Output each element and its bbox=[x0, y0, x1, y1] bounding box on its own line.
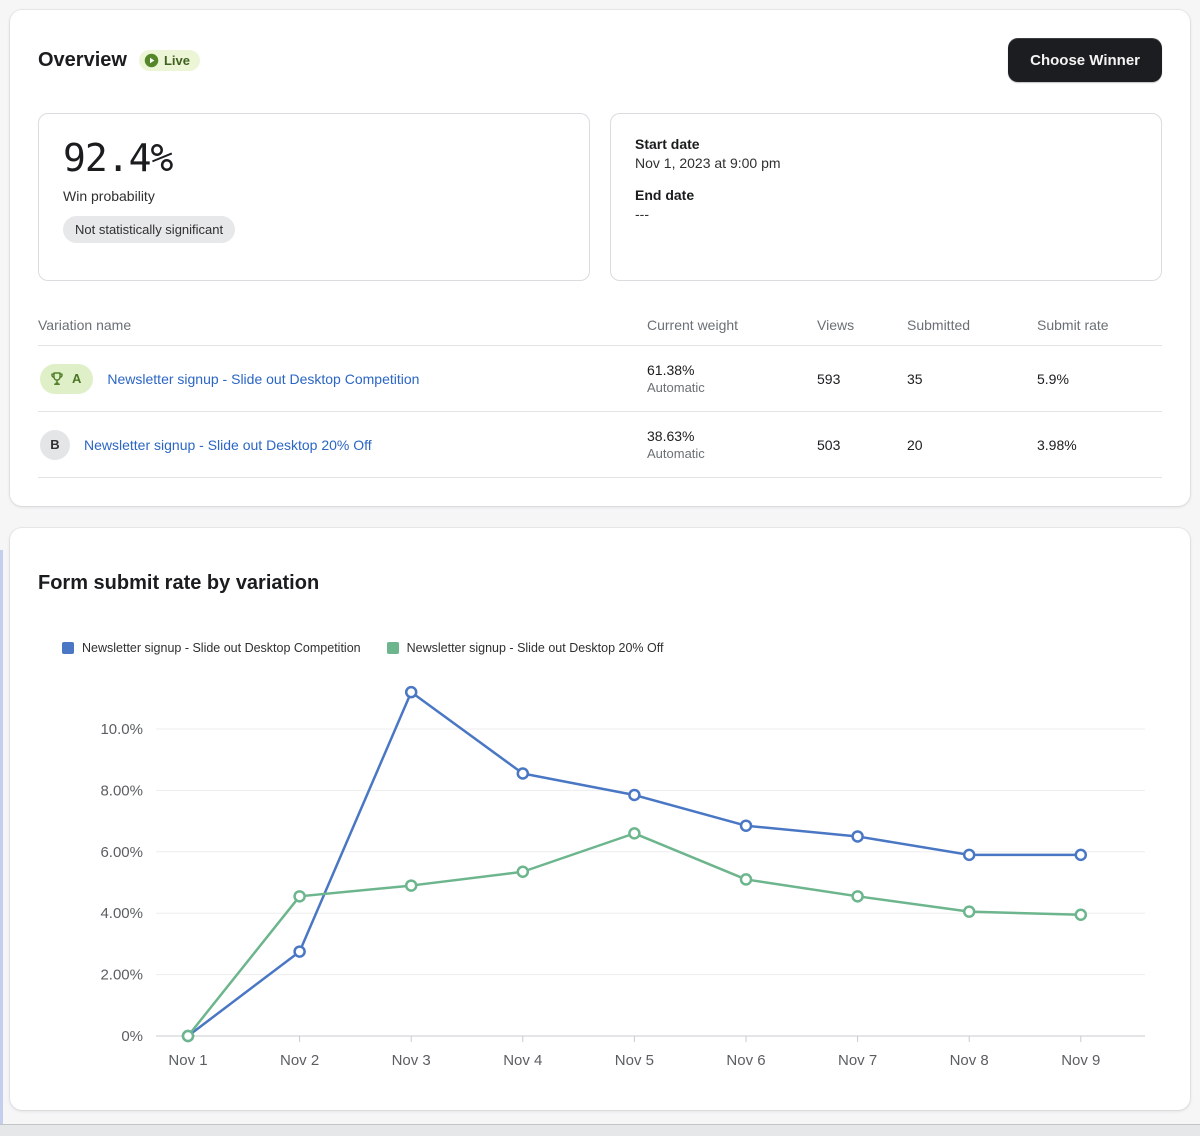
end-date-value: --- bbox=[635, 206, 1137, 222]
variation-a-link[interactable]: Newsletter signup - Slide out Desktop Co… bbox=[107, 371, 419, 387]
svg-text:6.00%: 6.00% bbox=[100, 844, 143, 861]
trophy-icon bbox=[48, 370, 66, 388]
legend-swatch-blue bbox=[62, 642, 74, 654]
live-badge-label: Live bbox=[164, 53, 190, 68]
table-row: A Newsletter signup - Slide out Desktop … bbox=[38, 346, 1162, 412]
start-date-value: Nov 1, 2023 at 9:00 pm bbox=[635, 155, 1137, 171]
svg-text:Nov 7: Nov 7 bbox=[838, 1052, 877, 1069]
svg-text:Nov 6: Nov 6 bbox=[726, 1052, 765, 1069]
submitted-value: 35 bbox=[907, 371, 1037, 387]
col-header-views: Views bbox=[817, 317, 907, 333]
svg-text:10.0%: 10.0% bbox=[100, 721, 143, 738]
current-weight-value: 38.63% bbox=[647, 428, 817, 444]
submit-rate-value: 3.98% bbox=[1037, 437, 1162, 453]
svg-text:Nov 5: Nov 5 bbox=[615, 1052, 654, 1069]
end-date-label: End date bbox=[635, 187, 1137, 203]
variant-b-badge: B bbox=[40, 430, 70, 460]
table-row: B Newsletter signup - Slide out Desktop … bbox=[38, 412, 1162, 478]
variation-b-link[interactable]: Newsletter signup - Slide out Desktop 20… bbox=[84, 437, 372, 453]
variations-table: Variation name Current weight Views Subm… bbox=[38, 317, 1162, 478]
legend-label: Newsletter signup - Slide out Desktop 20… bbox=[407, 641, 664, 655]
svg-text:Nov 8: Nov 8 bbox=[950, 1052, 989, 1069]
variant-a-winner-badge: A bbox=[40, 364, 93, 394]
svg-text:4.00%: 4.00% bbox=[100, 905, 143, 922]
chart-card: Form submit rate by variation Newsletter… bbox=[10, 528, 1190, 1110]
overview-title: Overview bbox=[38, 49, 127, 72]
col-header-submitted: Submitted bbox=[907, 317, 1037, 333]
choose-winner-button[interactable]: Choose Winner bbox=[1008, 38, 1162, 82]
svg-text:2.00%: 2.00% bbox=[100, 967, 143, 984]
weight-mode: Automatic bbox=[647, 446, 817, 461]
win-probability-box: 92.4% Win probability Not statistically … bbox=[38, 113, 590, 281]
legend-swatch-green bbox=[387, 642, 399, 654]
current-weight-value: 61.38% bbox=[647, 362, 817, 378]
svg-text:0%: 0% bbox=[121, 1028, 143, 1045]
svg-text:Nov 9: Nov 9 bbox=[1061, 1052, 1100, 1069]
views-value: 503 bbox=[817, 437, 907, 453]
views-value: 593 bbox=[817, 371, 907, 387]
svg-text:Nov 2: Nov 2 bbox=[280, 1052, 319, 1069]
svg-text:Nov 1: Nov 1 bbox=[168, 1052, 207, 1069]
table-header-row: Variation name Current weight Views Subm… bbox=[38, 317, 1162, 346]
significance-badge: Not statistically significant bbox=[63, 216, 235, 243]
live-status-badge: Live bbox=[139, 50, 200, 71]
col-header-current-weight: Current weight bbox=[647, 317, 817, 333]
submitted-value: 20 bbox=[907, 437, 1037, 453]
col-header-variation-name: Variation name bbox=[38, 317, 647, 333]
svg-text:8.00%: 8.00% bbox=[100, 782, 143, 799]
dates-box: Start date Nov 1, 2023 at 9:00 pm End da… bbox=[610, 113, 1162, 281]
chart-legend: Newsletter signup - Slide out Desktop Co… bbox=[62, 641, 1162, 655]
win-probability-value: 92.4% bbox=[63, 136, 565, 180]
chart-title: Form submit rate by variation bbox=[38, 572, 1162, 595]
win-probability-label: Win probability bbox=[63, 188, 565, 204]
overview-header: Overview Live Choose Winner bbox=[38, 38, 1162, 82]
submit-rate-line-chart: 0% 2.00% 4.00% 6.00% 8.00% 10.0% Nov 1 Nov 2 Nov… bbox=[38, 663, 1162, 1075]
variant-letter: A bbox=[72, 371, 81, 386]
col-header-submit-rate: Submit rate bbox=[1037, 317, 1162, 333]
legend-item-variation-a: Newsletter signup - Slide out Desktop Co… bbox=[62, 641, 361, 655]
legend-item-variation-b: Newsletter signup - Slide out Desktop 20… bbox=[387, 641, 664, 655]
start-date-label: Start date bbox=[635, 136, 1137, 152]
svg-text:Nov 4: Nov 4 bbox=[503, 1052, 542, 1069]
legend-label: Newsletter signup - Slide out Desktop Co… bbox=[82, 641, 361, 655]
submit-rate-value: 5.9% bbox=[1037, 371, 1162, 387]
live-play-icon bbox=[144, 53, 159, 68]
overview-card: Overview Live Choose Winner 92.4% Win pr… bbox=[10, 10, 1190, 506]
weight-mode: Automatic bbox=[647, 380, 817, 395]
svg-text:Nov 3: Nov 3 bbox=[392, 1052, 431, 1069]
page-left-edge bbox=[0, 550, 3, 1136]
